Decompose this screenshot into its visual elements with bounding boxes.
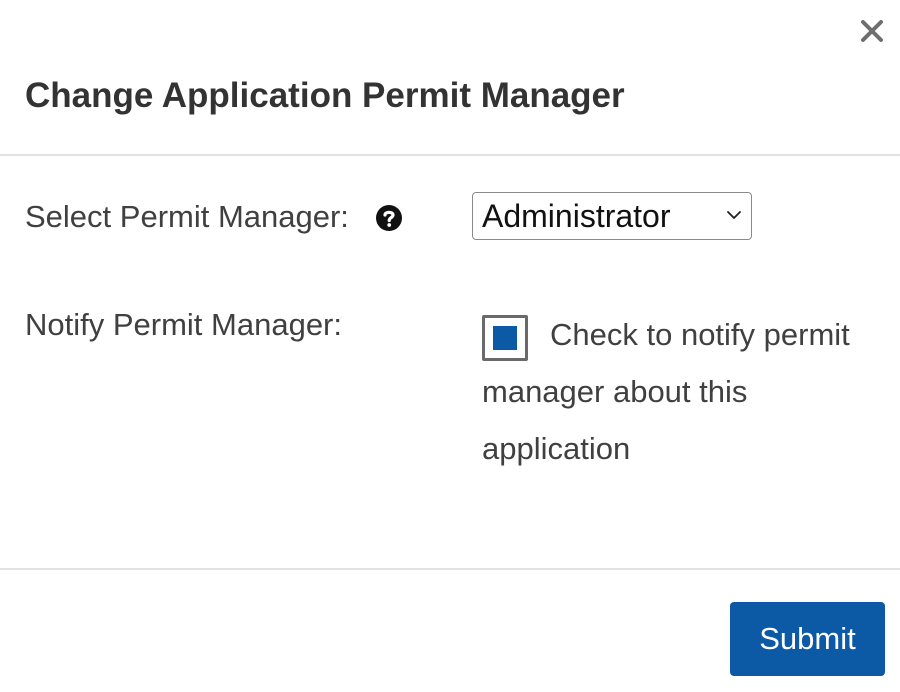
- permit-manager-dialog: Change Application Permit Manager Select…: [0, 0, 900, 692]
- footer-divider: [0, 568, 900, 570]
- chevron-down-icon: [725, 208, 743, 222]
- permit-manager-select[interactable]: Administrator: [472, 192, 752, 240]
- notify-checkbox[interactable]: [482, 315, 528, 361]
- close-icon[interactable]: [857, 16, 887, 46]
- notify-checkbox-group: Check to notify permit manager about thi…: [482, 312, 872, 477]
- permit-manager-label: Select Permit Manager:: [25, 199, 349, 234]
- header-divider: [0, 154, 900, 156]
- notify-checkbox-label[interactable]: Check to notify permit manager about thi…: [482, 306, 872, 477]
- submit-button[interactable]: Submit: [730, 602, 885, 676]
- permit-manager-select-value: Administrator: [482, 198, 671, 234]
- question-circle-icon[interactable]: [375, 204, 403, 232]
- checkbox-checked-indicator: [493, 326, 517, 350]
- dialog-title: Change Application Permit Manager: [25, 76, 625, 115]
- notify-manager-label: Notify Permit Manager:: [25, 307, 342, 342]
